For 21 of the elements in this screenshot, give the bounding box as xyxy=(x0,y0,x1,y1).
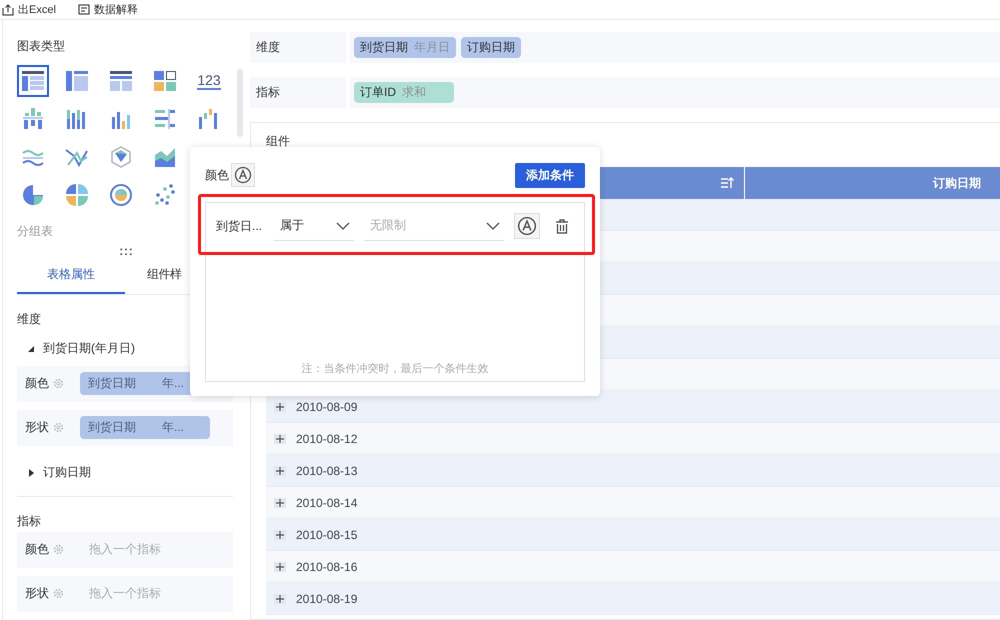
table-cell: 2010-08-16 xyxy=(296,560,358,574)
note-text: 注：当条件冲突时，最后一个条件生效 xyxy=(300,362,490,376)
section-title: 图表类型 xyxy=(17,38,66,55)
table-cell: 2010-08-14 xyxy=(296,496,358,510)
component-title: 组件 xyxy=(266,133,291,150)
property-label: 颜色 xyxy=(25,541,49,558)
condition-field: 到货日... xyxy=(216,218,274,234)
color-label: 颜色 xyxy=(205,166,229,184)
section-title: 维度 xyxy=(17,310,42,328)
shelf-label: 维度 xyxy=(250,32,346,63)
chart-type-name: 分组表 xyxy=(17,223,53,240)
table-cell: 2010-08-19 xyxy=(296,592,358,606)
table-cell: 2010-08-15 xyxy=(296,528,358,542)
shelf-label: 指标 xyxy=(250,77,346,108)
property-label: 形状 xyxy=(25,419,49,436)
table-cell: 2010-08-12 xyxy=(296,432,358,446)
section-title: 指标 xyxy=(17,512,42,530)
property-label: 颜色 xyxy=(25,375,49,392)
table-cell: 2010-08-09 xyxy=(296,400,358,414)
property-label: 形状 xyxy=(25,585,49,602)
table-cell: 2010-08-13 xyxy=(296,464,358,478)
